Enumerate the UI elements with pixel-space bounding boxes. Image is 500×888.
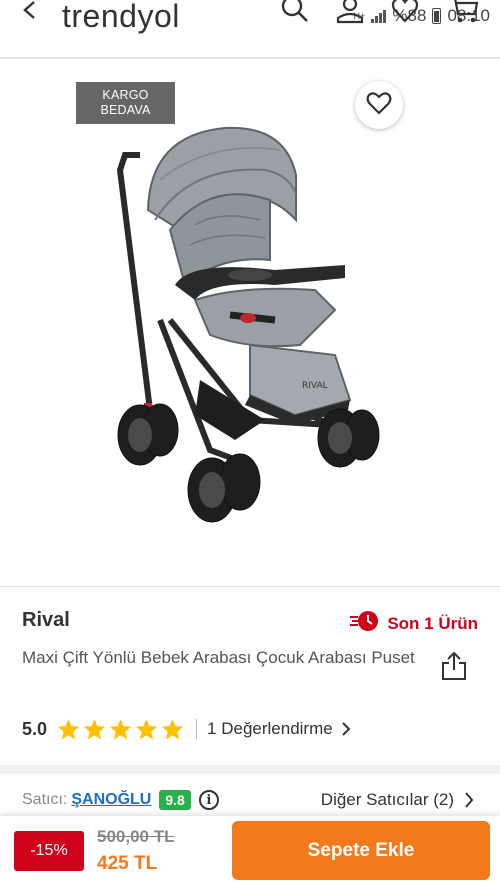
star-icon <box>135 718 158 740</box>
old-price: 500,00 TL <box>97 827 175 846</box>
seller-row: Satıcı: ŞANOĞLU 9.8 i <box>22 788 219 812</box>
product-brand[interactable]: Rival <box>22 609 70 632</box>
share-icon[interactable] <box>441 651 467 686</box>
chevron-right-icon <box>342 722 351 736</box>
back-arrow-icon[interactable] <box>20 0 40 25</box>
product-photo-stroller: RIVAL <box>116 126 380 523</box>
star-icon <box>161 718 184 740</box>
svg-text:RIVAL: RIVAL <box>302 381 328 391</box>
star-icon <box>109 718 132 740</box>
user-icon[interactable] <box>335 0 365 29</box>
rating-separator <box>196 719 198 739</box>
product-title: Maxi Çift Yönlü Bebek Arabası Çocuk Arab… <box>22 648 415 667</box>
rating-stars <box>57 718 184 741</box>
app-header: trendyol <box>0 0 500 60</box>
free-shipping-text: KARGO BEDAVA <box>100 88 151 117</box>
rating-row: 5.0 1 Değerlendirme <box>22 716 351 742</box>
reviews-link[interactable]: 1 Değerlendirme <box>207 719 351 739</box>
current-price: 425 TL <box>97 853 158 874</box>
stock-text: Son 1 Ürün <box>387 613 478 633</box>
clock-alert-icon <box>349 610 379 637</box>
bottom-purchase-bar: -15% 500,00 TL 425 TL Sepete Ekle <box>0 816 500 888</box>
chevron-right-icon <box>465 792 474 808</box>
free-shipping-badge: KARGO BEDAVA <box>76 82 175 124</box>
discount-badge: -15% <box>14 831 84 871</box>
other-sellers-text: Diğer Satıcılar (2) <box>320 790 454 809</box>
stock-warning: Son 1 Ürün <box>349 610 478 637</box>
search-icon[interactable] <box>280 0 310 29</box>
logo: trendyol <box>62 0 180 34</box>
header-divider <box>0 57 500 59</box>
add-to-cart-button[interactable]: Sepete Ekle <box>232 821 490 880</box>
cart-icon[interactable] <box>448 0 480 31</box>
rating-value: 5.0 <box>22 718 48 739</box>
seller-score-badge: 9.8 <box>159 790 191 810</box>
seller-label: Satıcı: <box>22 791 68 808</box>
favorites-icon[interactable] <box>390 0 420 29</box>
heart-icon <box>366 91 392 120</box>
image-divider <box>0 586 500 587</box>
section-divider <box>0 765 500 774</box>
other-sellers-link[interactable]: Diğer Satıcılar (2) <box>321 788 474 812</box>
favorite-button[interactable] <box>355 81 403 129</box>
star-icon <box>83 718 106 740</box>
star-icon <box>57 718 80 740</box>
reviews-text: 1 Değerlendirme <box>207 719 333 738</box>
info-icon[interactable]: i <box>198 790 219 810</box>
seller-name-link[interactable]: ŞANOĞLU <box>71 791 151 809</box>
